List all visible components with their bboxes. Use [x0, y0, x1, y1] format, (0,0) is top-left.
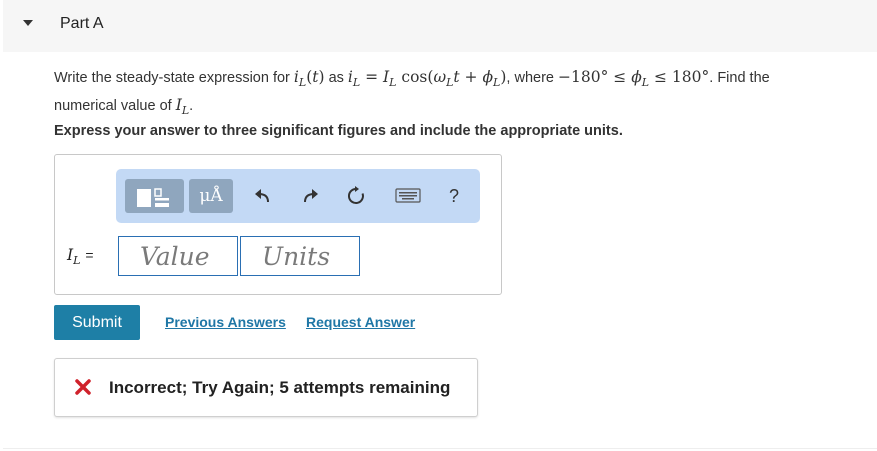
undo-button[interactable] [248, 179, 278, 213]
help-button[interactable]: ? [439, 179, 469, 213]
divider [3, 448, 877, 449]
question-line2: numerical value of [54, 98, 176, 115]
redo-button[interactable] [295, 179, 325, 213]
units-icon: μÅ [199, 186, 223, 206]
templates-button[interactable] [125, 179, 184, 213]
incorrect-x-icon [75, 379, 91, 395]
answer-equals: = [85, 247, 94, 263]
math-il-t: iL(t) [293, 68, 325, 90]
units-button[interactable]: μÅ [189, 179, 233, 213]
reset-icon [347, 186, 364, 204]
help-icon: ? [448, 185, 459, 206]
question-line2-end: . [189, 98, 194, 115]
value-input[interactable]: Value [118, 236, 238, 276]
reset-button[interactable] [341, 179, 371, 213]
math-toolbar: μÅ ? [116, 169, 480, 223]
redo-icon [304, 189, 318, 203]
feedback-text: Incorrect; Try Again; 5 attempts remaini… [109, 378, 451, 397]
undo-icon [255, 189, 269, 203]
templates-icon [137, 188, 169, 207]
collapse-caret-icon[interactable] [23, 20, 33, 26]
units-input[interactable]: Units [240, 236, 360, 276]
answer-label: IL = [67, 246, 94, 268]
request-answer-link[interactable]: Request Answer [306, 314, 415, 330]
question-where: , where [506, 70, 559, 86]
math-IL: IL [175, 96, 190, 118]
question-find: . Find the [709, 70, 770, 86]
keyboard-icon [395, 188, 421, 203]
part-title: Part A [60, 15, 104, 32]
part-header[interactable]: Part A [3, 0, 877, 52]
keyboard-button[interactable] [390, 179, 426, 213]
previous-answers-link[interactable]: Previous Answers [165, 314, 286, 330]
question-lead: Write the steady-state expression for [54, 70, 294, 86]
submit-button[interactable]: Submit [54, 305, 140, 340]
math-range: −180° ≤ ϕL ≤ 180° [558, 68, 710, 90]
instruction-text: Express your answer to three significant… [54, 123, 623, 139]
question-as: as [324, 70, 348, 86]
feedback-box: Incorrect; Try Again; 5 attempts remaini… [54, 358, 478, 417]
question-text: Write the steady-state expression for iL… [54, 66, 869, 122]
math-expression: iL = IL cos(ωLt + ϕL) [347, 68, 507, 90]
